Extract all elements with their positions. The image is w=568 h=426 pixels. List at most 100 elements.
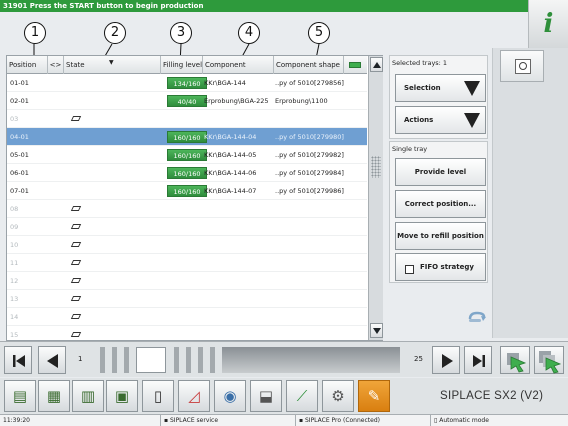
callout-3: 3 — [170, 22, 192, 44]
column-header-position[interactable]: Position — [7, 56, 48, 74]
table-row[interactable]: 04-01 160/160 KKr\BGA-144-04 ..py of 5010[2… — [7, 128, 367, 146]
table-row[interactable]: 03 — [7, 110, 367, 128]
cell-position: 12 — [10, 277, 19, 285]
skip-last-icon — [473, 355, 485, 367]
cell-position: 10 — [10, 241, 19, 249]
column-header-component[interactable]: Component — [203, 56, 274, 74]
column-header-filling-level[interactable]: Filling level — [161, 56, 203, 74]
table-row[interactable]: 05-01 160/160 KKr\BGA-144-05 ..py of 5010[2… — [7, 146, 367, 164]
correct-position-button[interactable]: Correct position... — [395, 190, 486, 218]
table-row[interactable]: 11 — [7, 254, 367, 272]
callout-2: 2 — [104, 22, 126, 44]
maintenance-tool-button[interactable]: ✎ — [358, 380, 390, 412]
table-header: Position <> State ▼ Filling level Compon… — [7, 56, 367, 74]
cell-position: 01-01 — [10, 79, 29, 87]
scroll-down-button[interactable] — [370, 323, 383, 338]
service-status[interactable]: ▪ SIPLACE service — [160, 415, 295, 426]
empty-tray-icon — [70, 314, 82, 319]
tray-stack-tool-button[interactable]: ▤ — [4, 380, 36, 412]
document-tool-button[interactable]: ▯ — [142, 380, 174, 412]
tray-table: Position <> State ▼ Filling level Compon… — [6, 55, 383, 344]
first-page-button[interactable] — [4, 346, 32, 374]
info-icon: i — [543, 9, 554, 39]
callout-1: 1 — [24, 22, 46, 44]
camera-icon: ◉ — [223, 387, 237, 405]
cell-component-shape: ..py of 5010[279980] — [275, 133, 344, 141]
column-resize-icon[interactable]: <> — [48, 56, 64, 74]
column-header-component-shape[interactable]: Component shape — [274, 56, 344, 74]
page-first-number: 1 — [78, 355, 83, 363]
empty-tray-icon — [70, 260, 82, 265]
last-page-button[interactable] — [464, 346, 492, 374]
scroll-grip-icon[interactable] — [371, 156, 381, 178]
cell-position: 05-01 — [10, 151, 29, 159]
settings-tool-button[interactable]: ⚙ — [322, 380, 354, 412]
pro-connection-status[interactable]: ▪ SIPLACE Pro (Connected) — [295, 415, 430, 426]
page-slider[interactable] — [100, 347, 400, 373]
table-row[interactable]: 08 — [7, 200, 367, 218]
arrow-down-icon — [373, 328, 381, 334]
arrow-left-icon — [47, 354, 58, 368]
document-icon: ▯ — [153, 387, 163, 405]
cell-component: KKr\BGA-144-05 — [204, 151, 257, 159]
cell-filling-level: 160/160 — [167, 167, 207, 179]
cell-position: 11 — [10, 259, 19, 267]
green-arrow-icon — [507, 353, 527, 373]
camera-tool-button[interactable]: ◉ — [214, 380, 246, 412]
jump-all-button[interactable] — [534, 346, 564, 374]
empty-tray-icon — [70, 242, 82, 247]
single-tray-group: Single tray Provide level Correct positi… — [389, 141, 488, 283]
table-row[interactable]: 01-01 134/160 KKr\BGA-144 ..py of 5010[2798… — [7, 74, 367, 92]
skip-first-icon — [13, 355, 25, 367]
column-config-icon[interactable] — [344, 56, 367, 74]
tray-stack-icon: ▤ — [12, 387, 28, 405]
scroll-up-button[interactable] — [370, 57, 383, 72]
table-row[interactable]: 06-01 160/160 KKr\BGA-144-06 ..py of 5010[2… — [7, 164, 367, 182]
table-scrollbar[interactable] — [368, 56, 383, 340]
actions-dropdown[interactable]: Actions — [395, 106, 486, 134]
jump-button[interactable] — [500, 346, 530, 374]
cell-position: 04-01 — [10, 133, 29, 141]
table-row[interactable]: 02-01 40/40 Erprobung\BGA-225 Erprobung\110… — [7, 92, 367, 110]
table-row[interactable]: 07-01 160/160 KKr\BGA-144-07 ..py of 5010[2… — [7, 182, 367, 200]
feeder-tool-button[interactable]: ⬓ — [250, 380, 282, 412]
provide-level-button[interactable]: Provide level — [395, 158, 486, 186]
table-row[interactable]: 14 — [7, 308, 367, 326]
feeder-icon: ⬓ — [258, 387, 274, 405]
table-row[interactable]: 09 — [7, 218, 367, 236]
trend-chart-tool-button[interactable]: ◿ — [178, 380, 210, 412]
empty-tray-icon — [70, 296, 82, 301]
cell-position: 08 — [10, 205, 19, 213]
wrench-icon: ✎ — [367, 387, 381, 405]
selection-group: Selected trays: 1 Selection Actions — [389, 55, 488, 139]
page-slider-thumb[interactable] — [136, 347, 166, 373]
move-to-refill-button[interactable]: Move to refill position — [395, 222, 486, 250]
table-row[interactable]: 13 — [7, 290, 367, 308]
fifo-strategy-toggle[interactable]: FIFO strategy — [395, 253, 486, 281]
bar-chart-tool-button[interactable]: ▥ — [72, 380, 104, 412]
selection-dropdown[interactable]: Selection — [395, 74, 486, 102]
view-tab-magnifier[interactable] — [500, 50, 544, 82]
empty-tray-icon — [70, 278, 82, 283]
next-page-button[interactable] — [432, 346, 460, 374]
cell-component-shape: ..py of 5010[279986] — [275, 187, 344, 195]
cell-component-shape: Erprobung\1100 — [275, 97, 328, 105]
nozzle-tool-button[interactable]: ⟋ — [286, 380, 318, 412]
previous-page-button[interactable] — [38, 346, 66, 374]
tray-action-panel: Selected trays: 1 Selection Actions Sing… — [389, 55, 490, 283]
green-arrow-double-icon — [539, 351, 562, 374]
clock: 11:39:20 — [3, 417, 30, 424]
column-header-state[interactable]: State ▼ — [64, 56, 161, 74]
cell-component: KKr\BGA-144-06 — [204, 169, 257, 177]
table-row[interactable]: 10 — [7, 236, 367, 254]
table-row[interactable]: 12 — [7, 272, 367, 290]
cell-component: Erprobung\BGA-225 — [204, 97, 269, 105]
cell-component-shape: ..py of 5010[279856] — [275, 79, 344, 87]
cell-position: 07-01 — [10, 187, 29, 195]
help-button[interactable]: i — [528, 0, 568, 48]
save-tool-button[interactable]: ▣ — [106, 380, 138, 412]
side-panel-background — [492, 48, 568, 338]
grid-tool-button[interactable]: ▦ — [38, 380, 70, 412]
floppy-icon: ▣ — [114, 387, 130, 405]
refresh-icon[interactable] — [467, 311, 487, 323]
